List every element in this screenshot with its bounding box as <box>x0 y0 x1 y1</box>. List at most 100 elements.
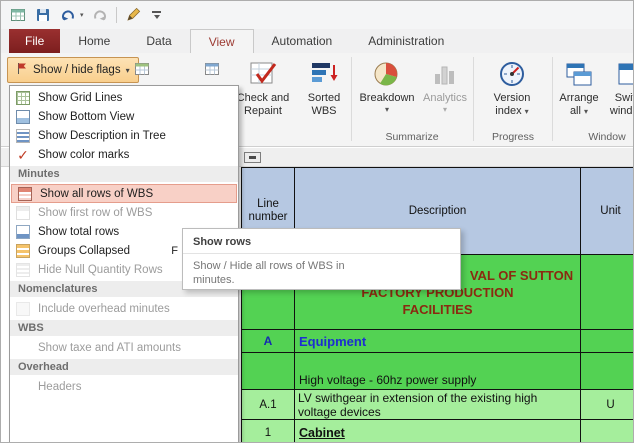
chevron-down-icon: ▾ <box>525 107 529 116</box>
hide-null-icon <box>16 263 30 277</box>
button-label: windows <box>610 105 634 117</box>
customize-toolbar-icon[interactable] <box>149 6 165 24</box>
cell-unit[interactable] <box>581 330 634 353</box>
version-index-button[interactable]: Versionindex ▾ <box>477 56 547 130</box>
column-header-unit[interactable]: Unit <box>581 167 634 255</box>
overhead-minutes-icon <box>16 302 30 316</box>
tab-file[interactable]: File <box>9 29 60 53</box>
menu-item-show-grid-lines[interactable]: Show Grid Lines <box>10 88 238 107</box>
menu-item-label: Show first row of WBS <box>38 207 152 219</box>
table-icon[interactable] <box>9 6 27 24</box>
quick-access-toolbar: ▾ <box>1 1 633 29</box>
cell-line-number[interactable]: A.1 <box>241 390 295 420</box>
cell-line-number[interactable]: 1 <box>241 420 295 443</box>
menu-item-label: Show Description in Tree <box>38 130 166 142</box>
menu-item-show-color-marks[interactable]: Show color marks <box>10 145 238 164</box>
group-label-summarize: Summarize <box>355 130 469 144</box>
pencil-icon[interactable] <box>124 6 142 24</box>
tree-description-icon <box>16 129 30 143</box>
bottom-view-icon <box>16 110 30 124</box>
cell-unit[interactable]: U <box>581 390 634 420</box>
cell-description[interactable]: Equipment <box>295 330 581 353</box>
undo-icon[interactable] <box>59 6 77 24</box>
breakdown-icon <box>372 58 402 90</box>
menu-item-shortcut: F <box>171 245 178 257</box>
menu-item-include-overhead-minutes: Include overhead minutes <box>10 299 238 318</box>
table-row: High voltage - 60hz power supply <box>241 353 634 390</box>
cell-unit[interactable] <box>581 420 634 443</box>
button-label: Repaint <box>244 105 282 117</box>
menu-item-show-all-rows-of-wbs[interactable]: Show all rows of WBS <box>11 184 237 203</box>
application-window: ▾ FileHomeDataViewAutomationAdministrati… <box>0 0 634 443</box>
group-separator <box>552 57 553 141</box>
group-separator <box>351 57 352 141</box>
cell-description[interactable]: High voltage - 60hz power supply <box>295 353 581 390</box>
save-icon[interactable] <box>34 6 52 24</box>
section-title-line: FACILITIES <box>295 301 580 318</box>
button-label: Check and <box>237 92 290 104</box>
menu-item-show-description-in-tree[interactable]: Show Description in Tree <box>10 126 238 145</box>
cell-description[interactable]: Cabinet <box>295 420 581 443</box>
grid-lines-icon <box>16 91 30 105</box>
breakdown-button[interactable]: Breakdown ▾ <box>355 56 419 130</box>
menu-item-headers: Headers <box>10 377 238 396</box>
tab-automation[interactable]: Automation <box>254 29 351 53</box>
menu-item-label: Show all rows of WBS <box>40 188 153 200</box>
table-row: AEquipment <box>241 330 634 353</box>
undo-dropdown-icon[interactable]: ▾ <box>80 11 84 19</box>
table-row: A.1LV swithgear in extension of the exis… <box>241 390 634 420</box>
menu-section-wbs: WBS <box>10 320 238 336</box>
sorted-wbs-icon <box>309 58 339 90</box>
menu-item-show-first-row-of-wbs: Show first row of WBS <box>10 203 238 222</box>
tooltip-body: Show / Hide all rows of WBS in minutes. <box>183 254 388 292</box>
first-row-icon <box>16 206 30 220</box>
version-index-icon <box>497 58 527 90</box>
flag-icon <box>16 62 28 78</box>
collapse-handle[interactable] <box>244 152 261 163</box>
tooltip-title: Show rows <box>183 229 460 254</box>
menu-section-overhead: Overhead <box>10 359 238 375</box>
tab-administration[interactable]: Administration <box>350 29 462 53</box>
cell-line-number[interactable]: A <box>241 330 295 353</box>
switch-windows-button[interactable]: Switchwindows <box>603 56 634 130</box>
tab-data[interactable]: Data <box>128 29 189 53</box>
menu-item-label: Show taxe and ATI amounts <box>38 342 181 354</box>
table-row: 1Cabinet <box>241 420 634 443</box>
arrange-all-button[interactable]: Arrangeall ▾ <box>557 56 601 130</box>
wbs-table: Line number Description Unit VAL OF SUTT… <box>241 167 634 443</box>
small-grid-button[interactable] <box>131 58 153 80</box>
toolbar-separator <box>116 7 117 23</box>
arrange-all-icon <box>564 58 594 90</box>
table-rows: AEquipmentHigh voltage - 60hz power supp… <box>241 330 634 443</box>
sorted-wbs-button[interactable]: SortedWBS <box>299 56 349 130</box>
menu-item-label: Hide Null Quantity Rows <box>38 264 163 276</box>
menu-section-minutes: Minutes <box>10 166 238 182</box>
button-label: index <box>495 105 521 117</box>
show-hide-flags-button[interactable]: Show / hide flags ▾ <box>7 57 139 83</box>
button-label: Analytics <box>423 92 467 104</box>
chevron-down-icon: ▾ <box>584 107 588 116</box>
switch-windows-icon <box>616 58 634 90</box>
cell-unit[interactable] <box>581 255 634 330</box>
menu-item-label: Show Bottom View <box>38 111 134 123</box>
total-rows-icon <box>16 225 30 239</box>
menu-item-label: Show total rows <box>38 226 119 238</box>
check-and-repaint-button[interactable]: Check andRepaint <box>229 56 297 130</box>
minimize-icon <box>249 156 256 159</box>
tab-view[interactable]: View <box>190 29 254 53</box>
menu-item-show-bottom-view[interactable]: Show Bottom View <box>10 107 238 126</box>
cell-description[interactable]: LV swithgear in extension of the existin… <box>295 390 581 420</box>
menu-item-label: Include overhead minutes <box>38 303 170 315</box>
chevron-down-icon: ▾ <box>385 106 389 114</box>
menu-item-label: Groups Collapsed <box>38 245 130 257</box>
menu-item-show-taxe-and-ati-amounts: Show taxe and ATI amounts <box>10 338 238 357</box>
button-label: Version <box>494 92 531 104</box>
cell-line-number[interactable] <box>241 353 295 390</box>
small-table-button[interactable] <box>201 58 223 80</box>
button-label: all <box>570 105 581 117</box>
tab-home[interactable]: Home <box>60 29 128 53</box>
tooltip: Show rows Show / Hide all rows of WBS in… <box>182 228 461 290</box>
group-label-progress: Progress <box>477 130 549 144</box>
menu-item-label: Headers <box>38 381 81 393</box>
cell-unit[interactable] <box>581 353 634 390</box>
